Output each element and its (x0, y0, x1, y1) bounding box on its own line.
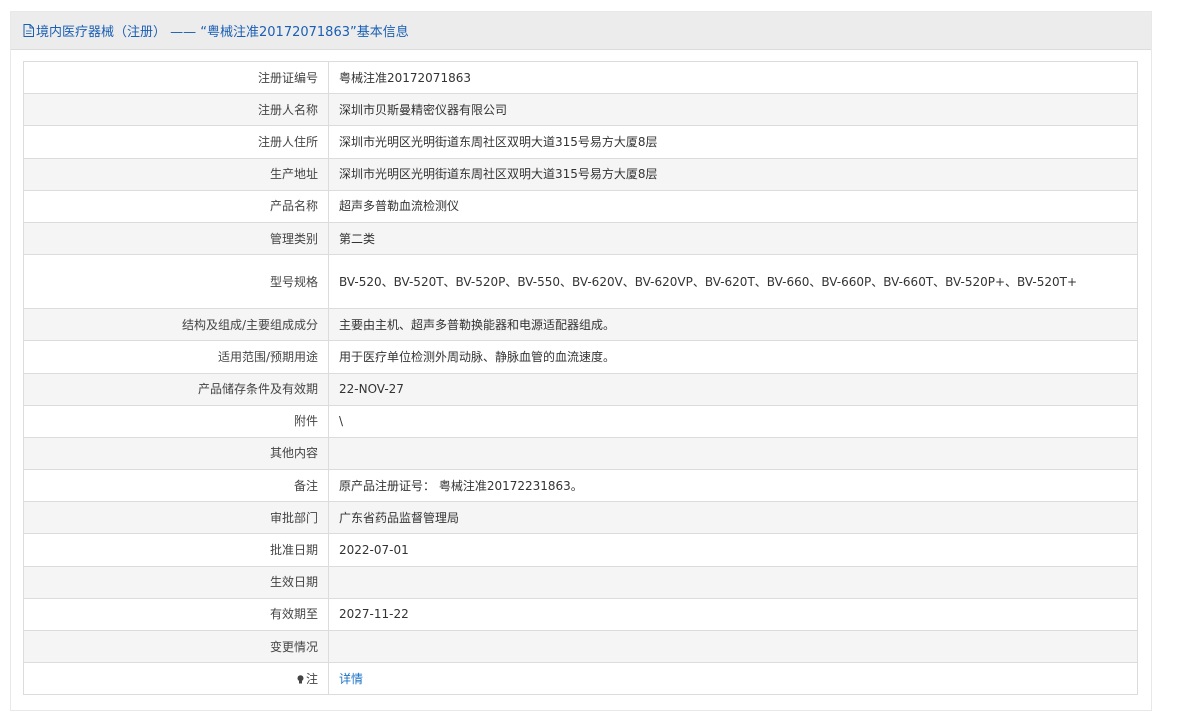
table-row: 管理类别 第二类 (23, 221, 1138, 256)
row-value: 深圳市光明区光明街道东周社区双明大道315号易方大厦8层 (328, 157, 1138, 191)
table-row: 其他内容 (23, 436, 1138, 471)
row-value: \ (328, 404, 1138, 438)
table-row: 注册证编号 粤械注准20172071863 (23, 60, 1138, 95)
row-value: BV-520、BV-520T、BV-520P、BV-550、BV-620V、BV… (328, 254, 1138, 310)
row-label: 产品储存条件及有效期 (23, 372, 329, 406)
row-label: 适用范围/预期用途 (23, 340, 329, 374)
row-value: 原产品注册证号： 粤械注准20172231863。 (328, 469, 1138, 503)
table-row: 生产地址 深圳市光明区光明街道东周社区双明大道315号易方大厦8层 (23, 157, 1138, 191)
row-value: 2027-11-22 (328, 597, 1138, 632)
row-value: 广东省药品监督管理局 (328, 501, 1138, 535)
note-label-cell: 注 (23, 662, 329, 696)
table-row: 结构及组成/主要组成成分 主要由主机、超声多普勒换能器和电源适配器组成。 (23, 308, 1138, 342)
row-label: 有效期至 (23, 597, 329, 632)
table-row: 变更情况 (23, 629, 1138, 664)
row-value: 深圳市光明区光明街道东周社区双明大道315号易方大厦8层 (328, 125, 1138, 159)
row-value: 第二类 (328, 221, 1138, 256)
row-value: 详情 (328, 662, 1138, 696)
table-row: 注 详情 (23, 662, 1138, 696)
row-value (328, 436, 1138, 471)
row-label: 注册证编号 (23, 60, 329, 95)
row-value: 粤械注准20172071863 (328, 60, 1138, 95)
table-row: 注册人名称 深圳市贝斯曼精密仪器有限公司 (23, 93, 1138, 127)
table-row: 备注 原产品注册证号： 粤械注准20172231863。 (23, 469, 1138, 503)
row-label: 注 (305, 671, 318, 686)
table-row: 型号规格 BV-520、BV-520T、BV-520P、BV-550、BV-62… (23, 254, 1138, 310)
row-label: 型号规格 (23, 254, 329, 310)
row-value: 超声多普勒血流检测仪 (328, 189, 1138, 223)
table-row: 生效日期 (23, 565, 1138, 599)
row-label: 附件 (23, 404, 329, 438)
table-row: 注册人住所 深圳市光明区光明街道东周社区双明大道315号易方大厦8层 (23, 125, 1138, 159)
document-icon (23, 24, 34, 37)
row-label: 产品名称 (23, 189, 329, 223)
table-row: 适用范围/预期用途 用于医疗单位检测外周动脉、静脉血管的血流速度。 (23, 340, 1138, 374)
info-table: 注册证编号 粤械注准20172071863 注册人名称 深圳市贝斯曼精密仪器有限… (23, 60, 1138, 696)
row-label: 其他内容 (23, 436, 329, 471)
table-row: 产品名称 超声多普勒血流检测仪 (23, 189, 1138, 223)
row-label: 审批部门 (23, 501, 329, 535)
row-label: 变更情况 (23, 629, 329, 664)
row-label: 备注 (23, 469, 329, 503)
lightbulb-icon (297, 674, 304, 684)
table-row: 审批部门 广东省药品监督管理局 (23, 501, 1138, 535)
row-value (328, 565, 1138, 599)
row-value: 深圳市贝斯曼精密仪器有限公司 (328, 93, 1138, 127)
row-value: 22-NOV-27 (328, 372, 1138, 406)
row-label: 生产地址 (23, 157, 329, 191)
row-value: 2022-07-01 (328, 533, 1138, 567)
table-row: 有效期至 2027-11-22 (23, 597, 1138, 632)
row-label: 批准日期 (23, 533, 329, 567)
info-panel: 境内医疗器械（注册） —— “粤械注准20172071863”基本信息 注册证编… (10, 11, 1152, 711)
row-value: 用于医疗单位检测外周动脉、静脉血管的血流速度。 (328, 340, 1138, 374)
panel-header: 境内医疗器械（注册） —— “粤械注准20172071863”基本信息 (11, 12, 1151, 50)
row-label: 结构及组成/主要组成成分 (23, 308, 329, 342)
row-value (328, 629, 1138, 664)
table-row: 批准日期 2022-07-01 (23, 533, 1138, 567)
table-row: 产品储存条件及有效期 22-NOV-27 (23, 372, 1138, 406)
row-label: 注册人名称 (23, 93, 329, 127)
row-label: 管理类别 (23, 221, 329, 256)
row-label: 注册人住所 (23, 125, 329, 159)
details-link[interactable]: 详情 (339, 672, 363, 686)
row-label: 生效日期 (23, 565, 329, 599)
table-row: 附件 \ (23, 404, 1138, 438)
row-value: 主要由主机、超声多普勒换能器和电源适配器组成。 (328, 308, 1138, 342)
page-title: 境内医疗器械（注册） —— “粤械注准20172071863”基本信息 (36, 25, 409, 40)
